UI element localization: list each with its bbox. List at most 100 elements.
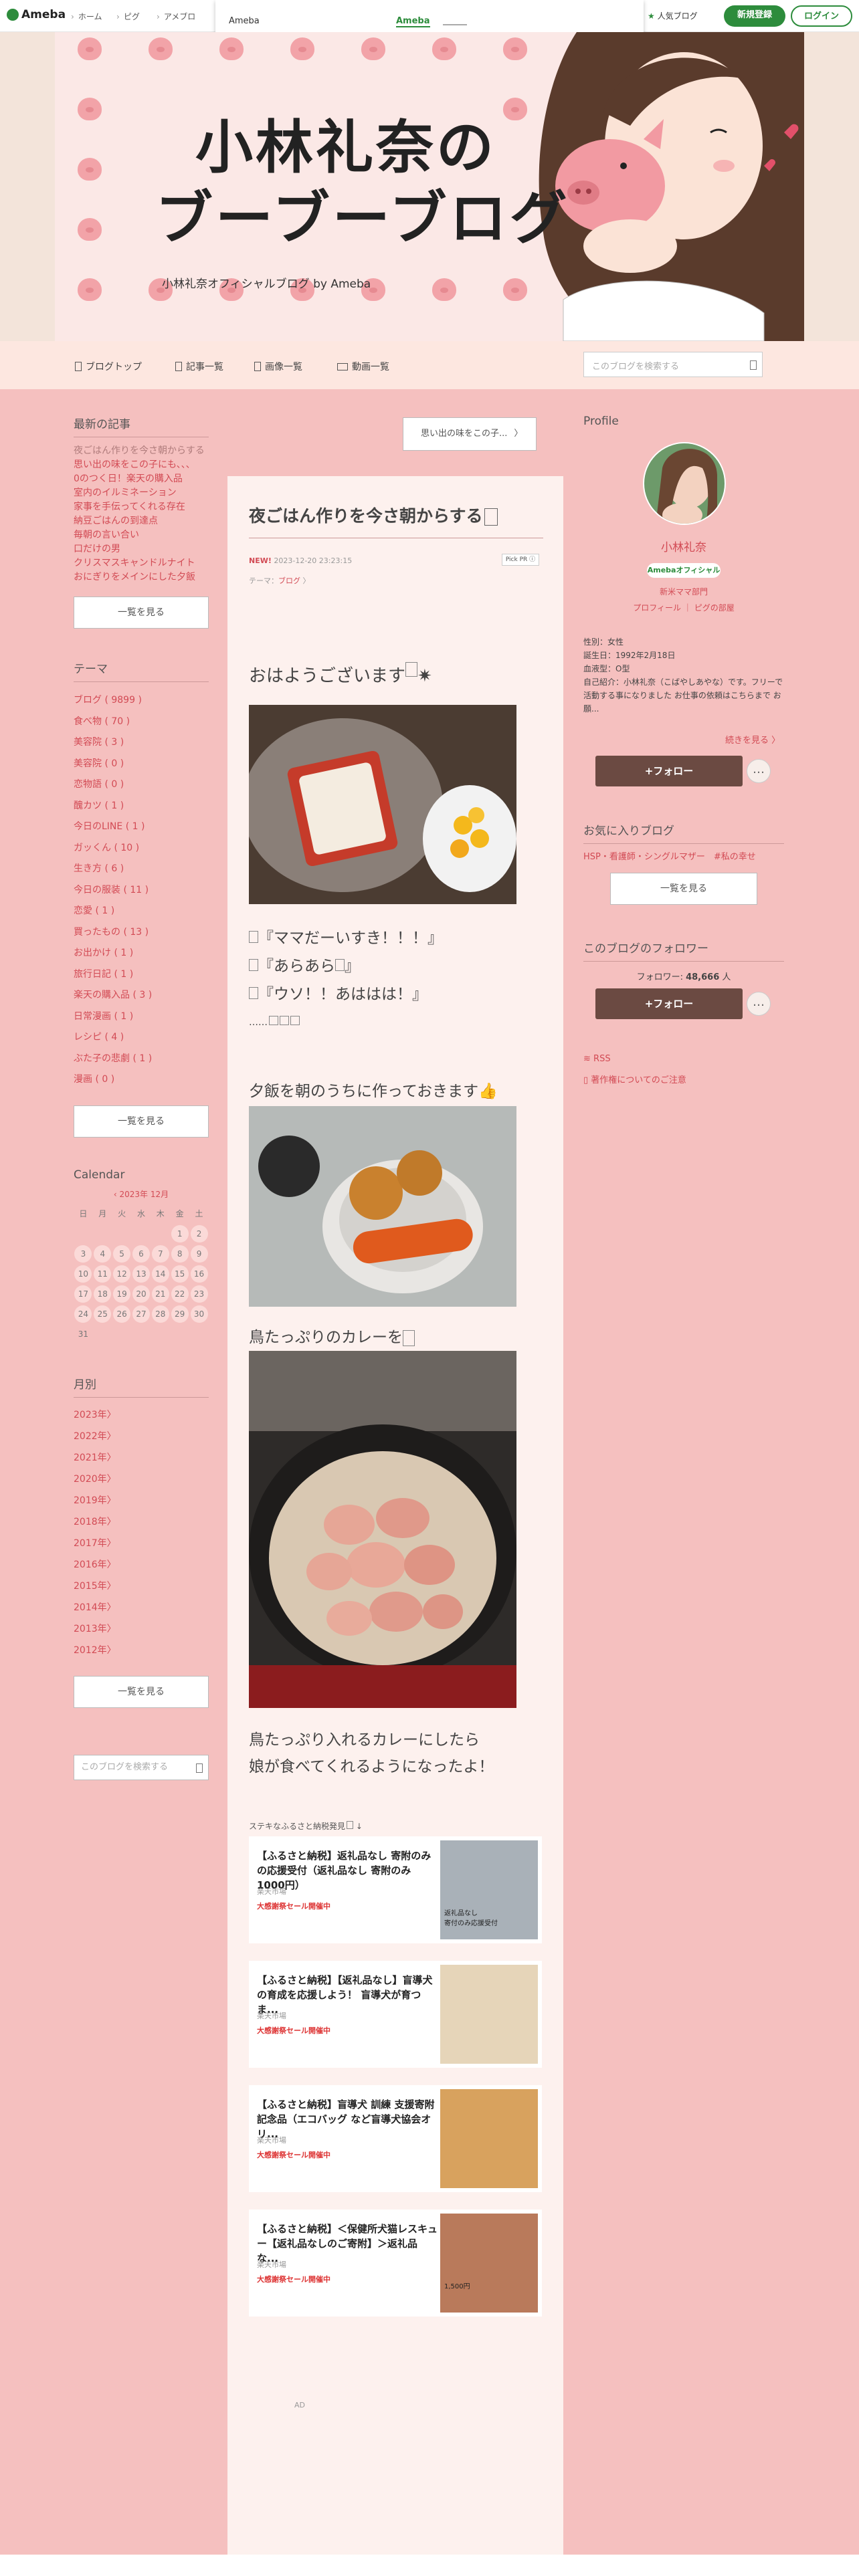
calendar-day-number[interactable]: 8: [171, 1245, 189, 1263]
calendar-day-number[interactable]: 10: [74, 1265, 92, 1283]
calendar-day-number[interactable]: 6: [132, 1245, 150, 1263]
calendar-day-number[interactable]: 7: [151, 1245, 169, 1263]
popular-blog-link[interactable]: ★ 人気ブログ: [648, 10, 698, 21]
calendar-day-number[interactable]: 1: [171, 1224, 189, 1243]
calendar-day-number[interactable]: 25: [94, 1305, 112, 1323]
profile-more-link[interactable]: 続きを見る 〉: [725, 733, 780, 746]
search-icon[interactable]: [196, 1763, 203, 1773]
calendar-day-number[interactable]: 17: [74, 1285, 92, 1303]
copyright-link[interactable]: ▯ 著作権についてのご注意: [583, 1073, 686, 1085]
calendar-day-number[interactable]: 28: [151, 1305, 169, 1323]
month-item[interactable]: 2022年〉: [74, 1426, 209, 1447]
theme-item[interactable]: 漫画 ( 0 ): [74, 1069, 209, 1091]
nav-video-list[interactable]: 動画一覧: [337, 360, 389, 373]
furusato-image[interactable]: 1,500円: [440, 2214, 538, 2313]
more-options-icon[interactable]: …: [747, 759, 771, 783]
recent-article-item[interactable]: 納豆ごはんの到達点: [74, 514, 209, 528]
calendar-day-number[interactable]: 27: [132, 1305, 150, 1323]
recent-article-item[interactable]: 家事を手伝ってくれる存在: [74, 500, 209, 514]
calendar-day-number[interactable]: 31: [74, 1325, 92, 1343]
month-item[interactable]: 2016年〉: [74, 1554, 209, 1576]
theme-item[interactable]: 美容院 ( 0 ): [74, 754, 209, 775]
calendar-day-number[interactable]: 20: [132, 1285, 150, 1303]
recent-article-item[interactable]: 毎朝の言い合い: [74, 528, 209, 542]
theme-item[interactable]: 醜カツ ( 1 ): [74, 796, 209, 817]
signup-button[interactable]: 新規登録: [724, 5, 785, 27]
theme-item[interactable]: 今日のLINE ( 1 ): [74, 817, 209, 838]
theme-item[interactable]: ブログ ( 9899 ): [74, 690, 209, 712]
theme-see-all-button[interactable]: 一覧を見る: [74, 1105, 209, 1138]
month-item[interactable]: 2017年〉: [74, 1533, 209, 1554]
theme-item[interactable]: レシピ ( 4 ): [74, 1027, 209, 1049]
calendar-day-number[interactable]: 16: [190, 1265, 208, 1283]
nav-blog-top[interactable]: ブログトップ: [75, 360, 142, 373]
follow-button-2[interactable]: +フォロー: [595, 988, 743, 1019]
furusato-image[interactable]: 返礼品なし 寄付のみ応援受付: [440, 1840, 538, 1939]
article-theme-link[interactable]: ブログ: [278, 576, 300, 585]
search-icon[interactable]: [750, 360, 757, 370]
ameba-logo[interactable]: Ameba: [7, 8, 66, 21]
theme-item[interactable]: 今日の服装 ( 11 ): [74, 880, 209, 901]
recent-article-item[interactable]: クリスマスキャンドルナイト: [74, 556, 209, 570]
nav-image-list[interactable]: 画像一覧: [254, 360, 302, 373]
calendar-day-number[interactable]: 30: [190, 1305, 208, 1323]
calendar-day-number[interactable]: 4: [94, 1245, 112, 1263]
calendar-day-number[interactable]: 3: [74, 1245, 92, 1263]
calendar-day-number[interactable]: 11: [94, 1265, 112, 1283]
month-item[interactable]: 2020年〉: [74, 1469, 209, 1490]
rss-link[interactable]: ≋ RSS: [583, 1054, 611, 1064]
calendar-day-number[interactable]: 29: [171, 1305, 189, 1323]
sidebar-search-input[interactable]: このブログを検索する: [74, 1754, 209, 1780]
theme-item[interactable]: 美容院 ( 3 ): [74, 732, 209, 754]
login-button[interactable]: ログイン: [791, 5, 852, 27]
calendar-day-number[interactable]: 22: [171, 1285, 189, 1303]
calendar-day-number[interactable]: 12: [113, 1265, 131, 1283]
profile-name[interactable]: 小林礼奈: [583, 538, 784, 554]
furusato-card[interactable]: 【ふるさと納税】盲導犬 訓練 支援寄附 記念品（エコバッグ など盲導犬協会オリ.…: [249, 2085, 542, 2192]
topnav-pigg[interactable]: ピグ: [116, 11, 140, 22]
topnav-home[interactable]: ホーム: [71, 11, 102, 22]
theme-item[interactable]: 楽天の購入品 ( 3 ): [74, 985, 209, 1006]
calendar-day-number[interactable]: 9: [190, 1245, 208, 1263]
recent-article-item[interactable]: 室内のイルミネーション: [74, 486, 209, 500]
theme-item[interactable]: 恋愛 ( 1 ): [74, 901, 209, 922]
theme-item[interactable]: 旅行日記 ( 1 ): [74, 964, 209, 986]
favorite-blog-item[interactable]: #私の幸せ: [714, 852, 756, 862]
article-title[interactable]: 夜ごはん作りを今さ朝からする: [249, 503, 498, 527]
recent-article-item[interactable]: 口だけの男: [74, 542, 209, 556]
calendar-day-number[interactable]: 24: [74, 1305, 92, 1323]
furusato-image[interactable]: [440, 2089, 538, 2188]
recent-see-all-button[interactable]: 一覧を見る: [74, 597, 209, 629]
calendar-day-number[interactable]: 18: [94, 1285, 112, 1303]
month-item[interactable]: 2019年〉: [74, 1490, 209, 1511]
calendar-day-number[interactable]: 5: [113, 1245, 131, 1263]
month-item[interactable]: 2012年〉: [74, 1640, 209, 1661]
recent-article-item[interactable]: 0のつく日！楽天の購入品: [74, 472, 209, 486]
monthly-see-all-button[interactable]: 一覧を見る: [74, 1675, 209, 1708]
month-item[interactable]: 2013年〉: [74, 1618, 209, 1640]
calendar-day-number[interactable]: 2: [190, 1224, 208, 1243]
favorite-blog-item[interactable]: HSP・看護師・シングルマザー: [583, 852, 705, 862]
theme-item[interactable]: ガッくん ( 10 ): [74, 838, 209, 859]
header-search-input[interactable]: このブログを検索する: [583, 352, 763, 377]
calendar-day-number[interactable]: 15: [171, 1265, 189, 1283]
theme-item[interactable]: お出かけ ( 1 ): [74, 943, 209, 964]
favorite-see-all-button[interactable]: 一覧を見る: [610, 873, 757, 905]
calendar-month[interactable]: ‹ 2023年 12月: [74, 1188, 209, 1200]
theme-item[interactable]: 恋物語 ( 0 ): [74, 774, 209, 796]
more-options-icon[interactable]: …: [747, 992, 771, 1016]
recent-article-item[interactable]: おにぎりをメインにした夕飯: [74, 570, 209, 584]
theme-item[interactable]: 買ったもの ( 13 ): [74, 922, 209, 944]
profile-link[interactable]: プロフィール: [633, 603, 681, 613]
month-item[interactable]: 2015年〉: [74, 1576, 209, 1597]
nav-article-list[interactable]: 記事一覧: [175, 360, 223, 373]
popup-link[interactable]: Ameba: [396, 16, 430, 27]
month-item[interactable]: 2023年〉: [74, 1404, 209, 1426]
pickpr-button[interactable]: Pick PR ⓘ: [502, 554, 539, 566]
theme-item[interactable]: 日常漫画 ( 1 ): [74, 1006, 209, 1028]
furusato-card[interactable]: 【ふるさと納税】【返礼品なし】盲導犬の育成を応援しよう！ 盲導犬が育つま... 楽…: [249, 1961, 542, 2068]
header-banner[interactable]: 小林礼奈の ブーブーブログ 小林礼奈オフィシャルブログ by Ameba: [55, 32, 804, 341]
theme-item[interactable]: 生き方 ( 6 ): [74, 859, 209, 880]
recent-article-item[interactable]: 夜ごはん作りを今さ朝からする: [74, 444, 209, 458]
month-item[interactable]: 2018年〉: [74, 1511, 209, 1533]
